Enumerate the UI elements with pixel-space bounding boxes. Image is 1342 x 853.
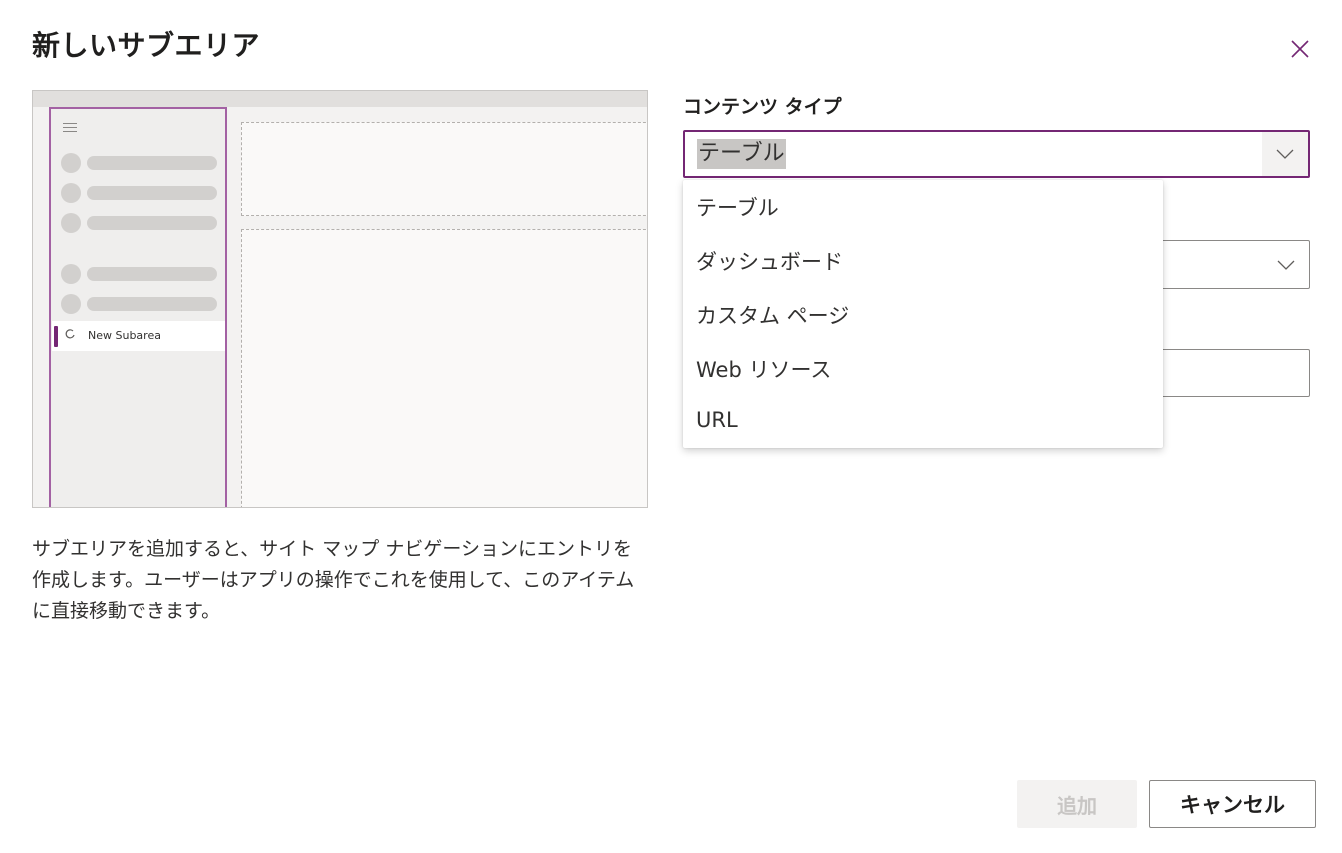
- subarea-gear-icon: [64, 328, 76, 343]
- preview-nav-pane: New Subarea: [49, 107, 227, 507]
- option-label: テーブル: [696, 196, 779, 220]
- option-url[interactable]: URL: [683, 396, 1163, 450]
- preview-content-placeholder: [241, 122, 647, 216]
- cancel-button[interactable]: キャンセル: [1149, 780, 1316, 828]
- option-custom-page[interactable]: カスタム ページ: [683, 288, 1163, 342]
- option-table[interactable]: テーブル: [683, 180, 1163, 234]
- preview-selection-accent: [54, 326, 58, 347]
- option-label: ダッシュボード: [696, 250, 843, 274]
- add-button[interactable]: 追加: [1017, 780, 1137, 828]
- content-type-selected-value: テーブル: [697, 139, 786, 169]
- close-button[interactable]: [1286, 35, 1314, 63]
- hamburger-icon: [63, 123, 77, 135]
- content-type-label: コンテンツ タイプ: [683, 96, 842, 118]
- option-web-resource[interactable]: Web リソース: [683, 342, 1163, 396]
- sitemap-preview-illustration: New Subarea: [32, 90, 648, 508]
- option-label: URL: [696, 408, 738, 432]
- preview-content-placeholder: [241, 229, 647, 507]
- preview-subarea-label: New Subarea: [88, 329, 161, 342]
- preview-top-bar: [33, 91, 647, 107]
- option-label: カスタム ページ: [696, 304, 850, 328]
- preview-selected-subarea: New Subarea: [52, 321, 225, 351]
- dialog-title: 新しいサブエリア: [32, 29, 261, 62]
- chevron-down-icon[interactable]: [1263, 241, 1309, 288]
- content-type-options-list: テーブル ダッシュボード カスタム ページ Web リソース URL: [683, 180, 1163, 448]
- dialog-description: サブエリアを追加すると、サイト マップ ナビゲーションにエントリを作成します。ユ…: [32, 538, 635, 622]
- option-dashboard[interactable]: ダッシュボード: [683, 234, 1163, 288]
- content-type-dropdown[interactable]: テーブル: [683, 130, 1310, 178]
- option-label: Web リソース: [696, 358, 832, 382]
- close-icon: [1291, 40, 1309, 58]
- chevron-down-icon[interactable]: [1262, 132, 1308, 176]
